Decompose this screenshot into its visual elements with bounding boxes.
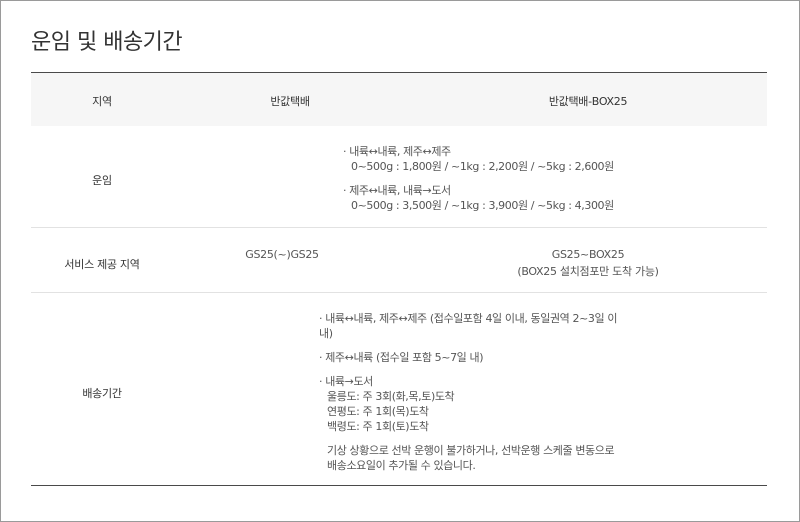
fare-line: 0~500g : 3,500원 / ~1kg : 3,900원 / ~5kg :…	[351, 199, 614, 212]
delivery-line: · 내륙→도서	[319, 375, 373, 388]
delivery-line: 연평도: 주 1회(목)도착	[327, 405, 429, 418]
delivery-line: 내)	[319, 327, 333, 340]
page-title: 운임 및 배송기간	[31, 30, 183, 55]
header-half-price-box25: 반값택배-BOX25	[548, 95, 628, 108]
delivery-line: 배송소요일이 추가될 수 있습니다.	[327, 459, 476, 472]
fare-line: · 내륙↔내륙, 제주↔제주	[343, 145, 451, 158]
table-bottom-border	[31, 485, 767, 486]
service-area-box25-line2: (BOX25 설치점포만 도착 가능)	[517, 265, 659, 278]
row-label-service-area: 서비스 제공 지역	[64, 258, 140, 271]
row-divider	[31, 227, 767, 228]
service-area-half-price: GS25(~)GS25	[245, 248, 319, 261]
delivery-line: 울릉도: 주 3회(화,목,토)도착	[327, 390, 455, 403]
row-label-fare: 운임	[92, 174, 112, 187]
row-divider	[31, 292, 767, 293]
header-region: 지역	[92, 95, 112, 108]
service-area-box25-line1: GS25~BOX25	[551, 248, 625, 261]
delivery-line: · 제주↔내륙 (접수일 포함 5~7일 내)	[319, 351, 484, 364]
header-half-price-delivery: 반값택배	[270, 95, 310, 108]
fare-line: 0~500g : 1,800원 / ~1kg : 2,200원 / ~5kg :…	[351, 160, 614, 173]
delivery-line: · 내륙↔내륙, 제주↔제주 (접수일포함 4일 이내, 동일권역 2~3일 이	[319, 312, 618, 325]
delivery-line: 기상 상황으로 선박 운행이 불가하거나, 선박운행 스케줄 변동으로	[327, 444, 615, 457]
fare-line: · 제주↔내륙, 내륙→도서	[343, 184, 451, 197]
delivery-period-details: · 내륙↔내륙, 제주↔제주 (접수일포함 4일 이내, 동일권역 2~3일 이…	[319, 311, 617, 473]
table-header-row	[31, 73, 767, 126]
fare-details: · 내륙↔내륙, 제주↔제주 0~500g : 1,800원 / ~1kg : …	[343, 144, 614, 213]
delivery-line: 백령도: 주 1회(토)도착	[327, 420, 429, 433]
row-label-delivery-period: 배송기간	[82, 387, 122, 400]
